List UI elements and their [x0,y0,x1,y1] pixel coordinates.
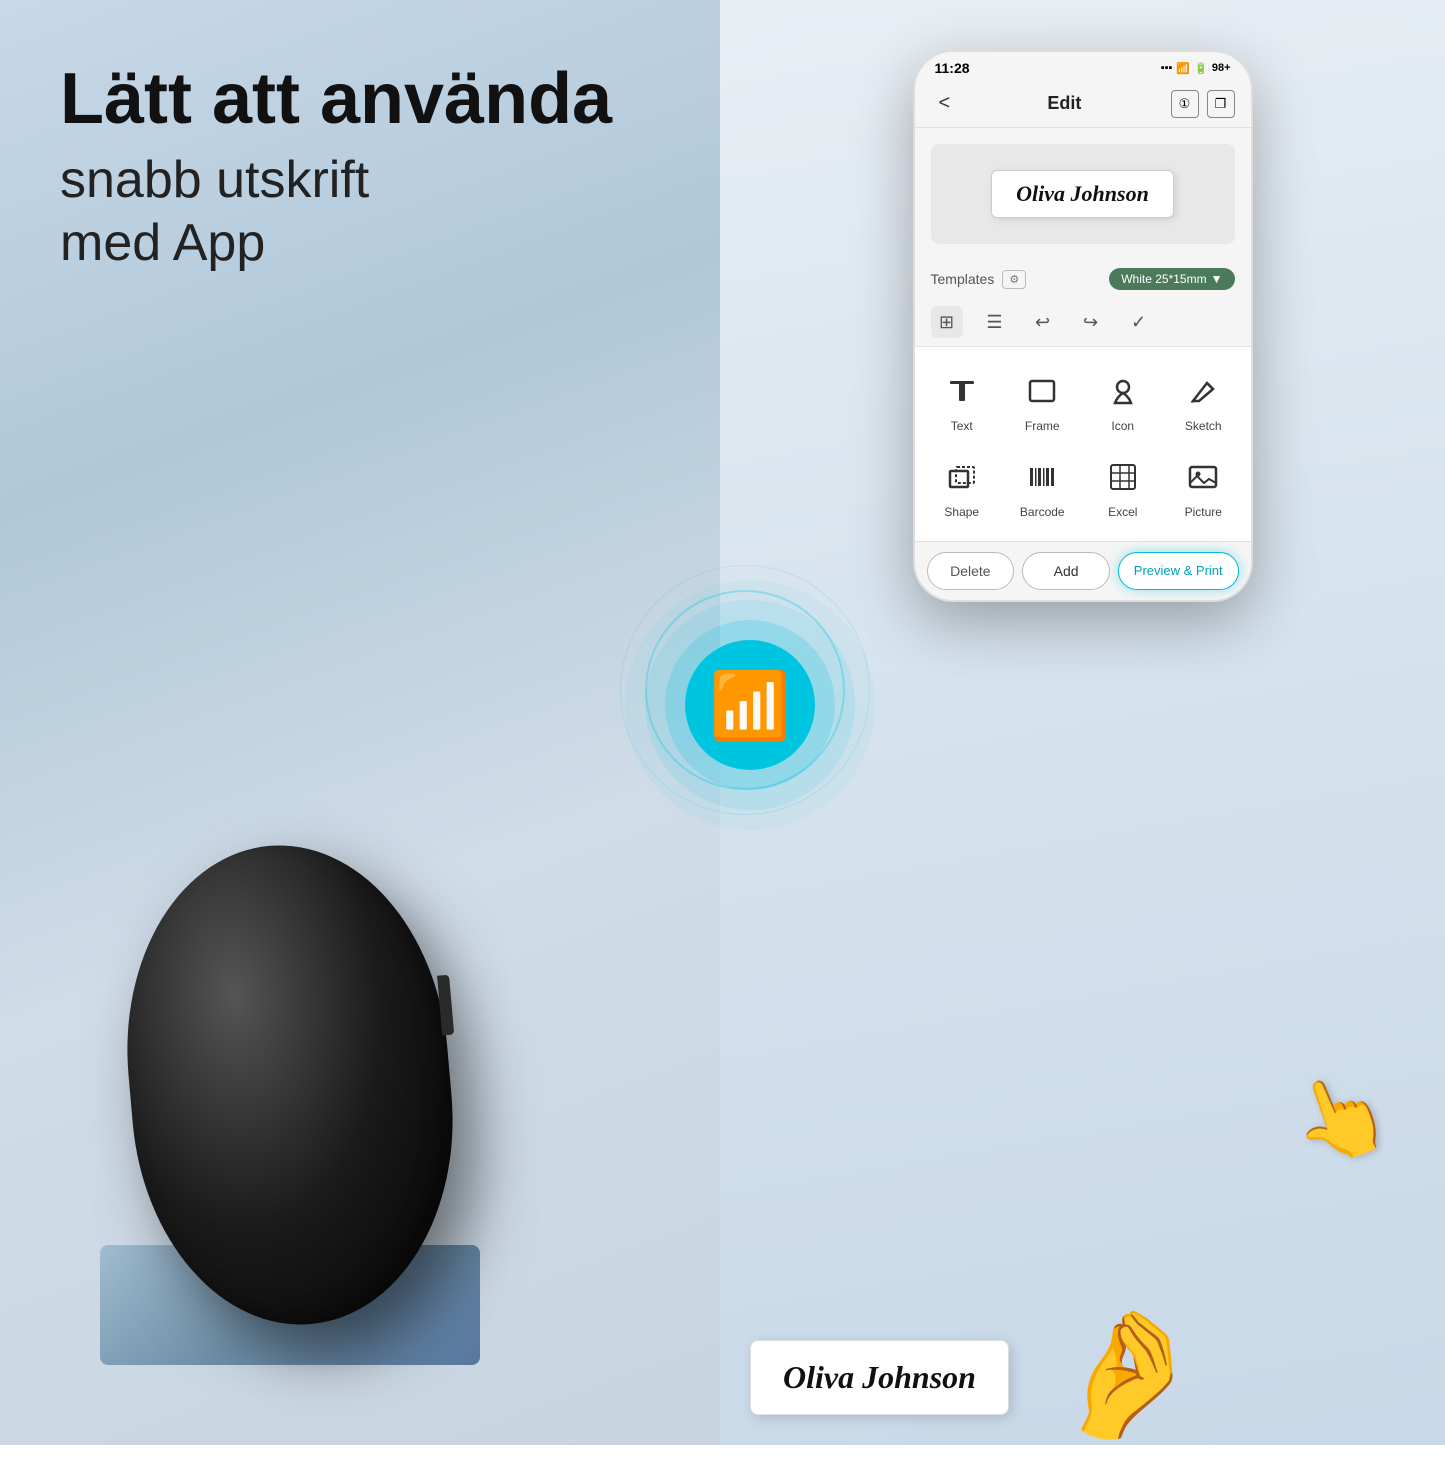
delete-button[interactable]: Delete [927,552,1015,590]
dropdown-arrow-icon: ▼ [1211,272,1223,286]
grid-view-icon[interactable]: ⊞ [931,306,963,338]
printed-label: Oliva Johnson [750,1340,1009,1415]
header-icons: ① ❐ [1171,90,1235,118]
status-bar: 11:28 ▪▪▪ 📶 🔋 98+ [915,52,1251,80]
layers-icon[interactable]: ① [1171,90,1199,118]
tool-text-label: Text [951,419,973,433]
left-panel: Lätt att använda snabb utskrift med App … [0,0,720,1445]
subline-line2: med App [60,214,265,272]
text-icon [940,369,984,413]
tool-sketch[interactable]: Sketch [1164,359,1243,443]
tool-barcode-label: Barcode [1020,505,1065,519]
battery-icon: 🔋 [1194,62,1208,75]
list-view-icon[interactable]: ☰ [979,306,1011,338]
back-button[interactable]: < [931,88,959,119]
toolbar: ⊞ ☰ ↩ ↪ ✓ [915,298,1251,347]
cursor-hand: 👆 [1277,1057,1403,1179]
tool-icon[interactable]: Icon [1084,359,1163,443]
tool-shape[interactable]: Shape [923,445,1002,529]
picture-icon [1181,455,1225,499]
tool-grid: Text Frame Icon Sketch [915,347,1251,541]
check-icon[interactable]: ✓ [1123,306,1155,338]
label-preview-area: Oliva Johnson [931,144,1235,244]
tool-picture-label: Picture [1185,505,1222,519]
printed-label-text: Oliva Johnson [783,1359,976,1395]
tool-frame[interactable]: Frame [1003,359,1082,443]
tool-picture[interactable]: Picture [1164,445,1243,529]
shape-icon [940,455,984,499]
bluetooth-icon: 📶 [710,673,791,738]
subline-line1: snabb utskrift [60,151,369,209]
hand-holding-icon: 🤌 [1040,1293,1211,1457]
excel-icon [1101,455,1145,499]
add-button[interactable]: Add [1022,552,1110,590]
size-badge[interactable]: White 25*15mm ▼ [1109,268,1234,290]
template-row: Templates ⚙ White 25*15mm ▼ [915,260,1251,298]
wifi-icon: 📶 [1176,62,1190,75]
tool-icon-label: Icon [1111,419,1134,433]
print-button[interactable]: Preview & Print [1118,552,1239,590]
tool-shape-label: Shape [944,505,979,519]
status-icons: ▪▪▪ 📶 🔋 98+ [1161,62,1231,75]
printed-label-area: Oliva Johnson 🤌 [750,1340,1170,1425]
label-sticker[interactable]: Oliva Johnson [991,170,1174,218]
icon-tool-icon [1101,369,1145,413]
copy-icon[interactable]: ❐ [1207,90,1235,118]
action-row: Delete Add Preview & Print [915,541,1251,600]
template-settings-icon[interactable]: ⚙ [1002,270,1026,289]
phone-mockup: 11:28 ▪▪▪ 📶 🔋 98+ < Edit ① ❐ Oliva Johns… [913,50,1253,602]
tool-excel[interactable]: Excel [1084,445,1163,529]
label-text: Oliva Johnson [1016,181,1149,206]
barcode-icon [1020,455,1064,499]
size-label: White 25*15mm [1121,272,1206,286]
battery-level: 98+ [1212,62,1231,74]
template-label: Templates [931,271,995,287]
headline: Lätt att använda [60,60,670,139]
sketch-icon [1181,369,1225,413]
tool-frame-label: Frame [1025,419,1060,433]
signal-icon: ▪▪▪ [1161,62,1173,74]
app-title: Edit [1047,93,1081,114]
tool-sketch-label: Sketch [1185,419,1222,433]
redo-icon[interactable]: ↪ [1075,306,1107,338]
app-header: < Edit ① ❐ [915,80,1251,128]
device-container [80,805,500,1365]
right-panel: 11:28 ▪▪▪ 📶 🔋 98+ < Edit ① ❐ Oliva Johns… [720,0,1445,1445]
bluetooth-circle: 📶 [685,640,815,770]
status-time: 11:28 [935,60,970,76]
tool-excel-label: Excel [1108,505,1137,519]
tool-barcode[interactable]: Barcode [1003,445,1082,529]
frame-icon [1020,369,1064,413]
subline: snabb utskrift med App [60,149,670,274]
undo-icon[interactable]: ↩ [1027,306,1059,338]
tool-text[interactable]: Text [923,359,1002,443]
